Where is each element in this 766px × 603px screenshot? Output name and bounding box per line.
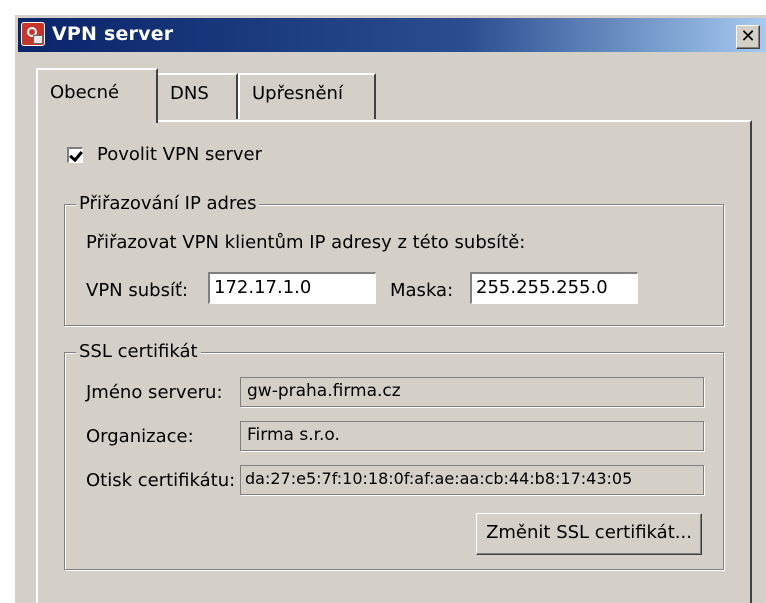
close-button[interactable]: ✕ bbox=[736, 25, 760, 49]
tab-general-label: Obecné bbox=[50, 82, 120, 103]
enable-vpn-label[interactable]: Povolit VPN server bbox=[97, 144, 262, 165]
enable-vpn-checkbox[interactable] bbox=[67, 147, 83, 163]
ip-assignment-legend: Přiřazování IP adres bbox=[76, 193, 260, 214]
tab-advanced[interactable]: Upřesnění bbox=[238, 73, 376, 119]
title-bar[interactable]: VPN server bbox=[18, 18, 766, 52]
fingerprint-label: Otisk certifikátu: bbox=[86, 470, 236, 491]
tab-general[interactable]: Obecné bbox=[36, 68, 158, 123]
ip-assignment-group bbox=[64, 204, 724, 326]
app-icon bbox=[21, 22, 45, 46]
tab-advanced-label: Upřesnění bbox=[252, 83, 343, 104]
organization-field: Firma s.r.o. bbox=[240, 421, 704, 451]
server-name-field: gw-praha.firma.cz bbox=[240, 377, 704, 407]
tab-dns[interactable]: DNS bbox=[156, 73, 238, 119]
window-title: VPN server bbox=[52, 23, 174, 45]
mask-label: Maska: bbox=[390, 280, 454, 301]
mask-input[interactable]: 255.255.255.0 bbox=[470, 272, 638, 304]
fingerprint-field: da:27:e5:7f:10:18:0f:af:ae:aa:cb:44:b8:1… bbox=[240, 465, 704, 495]
change-ssl-certificate-button[interactable]: Změnit SSL certifikát... bbox=[476, 513, 702, 555]
organization-label: Organizace: bbox=[86, 426, 194, 447]
vpn-subnet-label: VPN subsíť: bbox=[86, 280, 189, 301]
vpn-subnet-input[interactable]: 172.17.1.0 bbox=[208, 272, 376, 304]
ip-assignment-description: Přiřazovat VPN klientům IP adresy z této… bbox=[86, 232, 526, 253]
ssl-certificate-legend: SSL certifikát bbox=[76, 341, 201, 362]
close-icon: ✕ bbox=[740, 26, 756, 47]
server-name-label: Jméno serveru: bbox=[86, 382, 223, 403]
tab-dns-label: DNS bbox=[170, 83, 209, 104]
